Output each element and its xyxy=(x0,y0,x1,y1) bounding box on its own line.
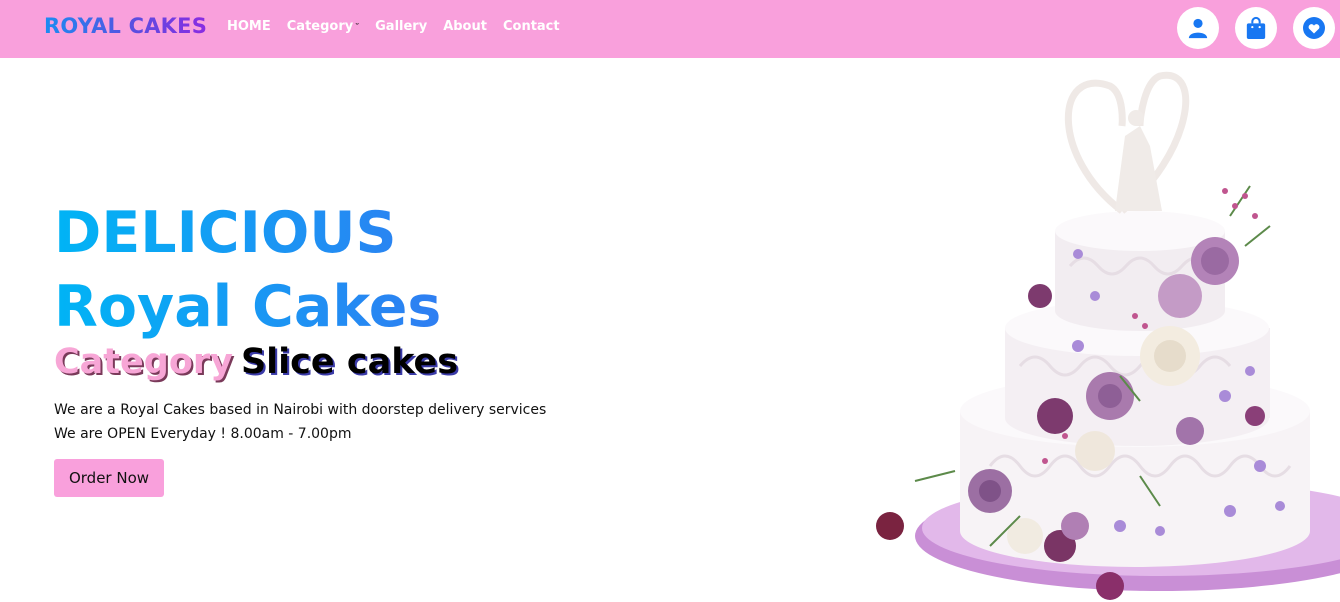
nav-link-category-label: Category xyxy=(286,19,354,34)
nav-icons xyxy=(1177,7,1335,49)
category-line: Category Slice cakes xyxy=(54,342,458,382)
category-label: Category xyxy=(54,342,233,382)
hero-title-line2: Royal Cakes xyxy=(54,274,442,340)
wedding-cake-image xyxy=(876,71,1340,600)
description-line1: We are a Royal Cakes based in Nairobi wi… xyxy=(54,402,547,418)
nav-link-about[interactable]: About xyxy=(443,19,487,34)
hero-description: We are a Royal Cakes based in Nairobi wi… xyxy=(54,398,546,446)
user-button[interactable] xyxy=(1177,7,1219,49)
nav-link-gallery[interactable]: Gallery xyxy=(375,19,427,34)
nav-link-home[interactable]: HOME xyxy=(227,19,271,34)
navbar: ROYAL CAKES HOME Category ᵕ Gallery Abou… xyxy=(0,0,1340,58)
brand-logo[interactable]: ROYAL CAKES xyxy=(44,14,207,38)
nav-link-contact[interactable]: Contact xyxy=(503,19,560,34)
heart-icon xyxy=(1303,17,1325,39)
nav-links: HOME Category ᵕ Gallery About Contact xyxy=(227,19,576,34)
hero-title-line1: DELICIOUS xyxy=(54,200,397,266)
wishlist-button[interactable] xyxy=(1293,7,1335,49)
order-now-button[interactable]: Order Now xyxy=(54,459,164,497)
category-value: Slice cakes xyxy=(240,342,459,382)
nav-link-category[interactable]: Category ᵕ xyxy=(287,19,359,34)
cart-button[interactable] xyxy=(1235,7,1277,49)
hero-title: DELICIOUS Royal Cakes xyxy=(54,196,441,344)
chevron-down-icon: ᵕ xyxy=(355,20,360,29)
description-line2: We are OPEN Everyday ! 8.00am - 7.00pm xyxy=(54,426,352,442)
shopping-bag-icon xyxy=(1246,16,1266,39)
user-icon xyxy=(1188,18,1208,39)
